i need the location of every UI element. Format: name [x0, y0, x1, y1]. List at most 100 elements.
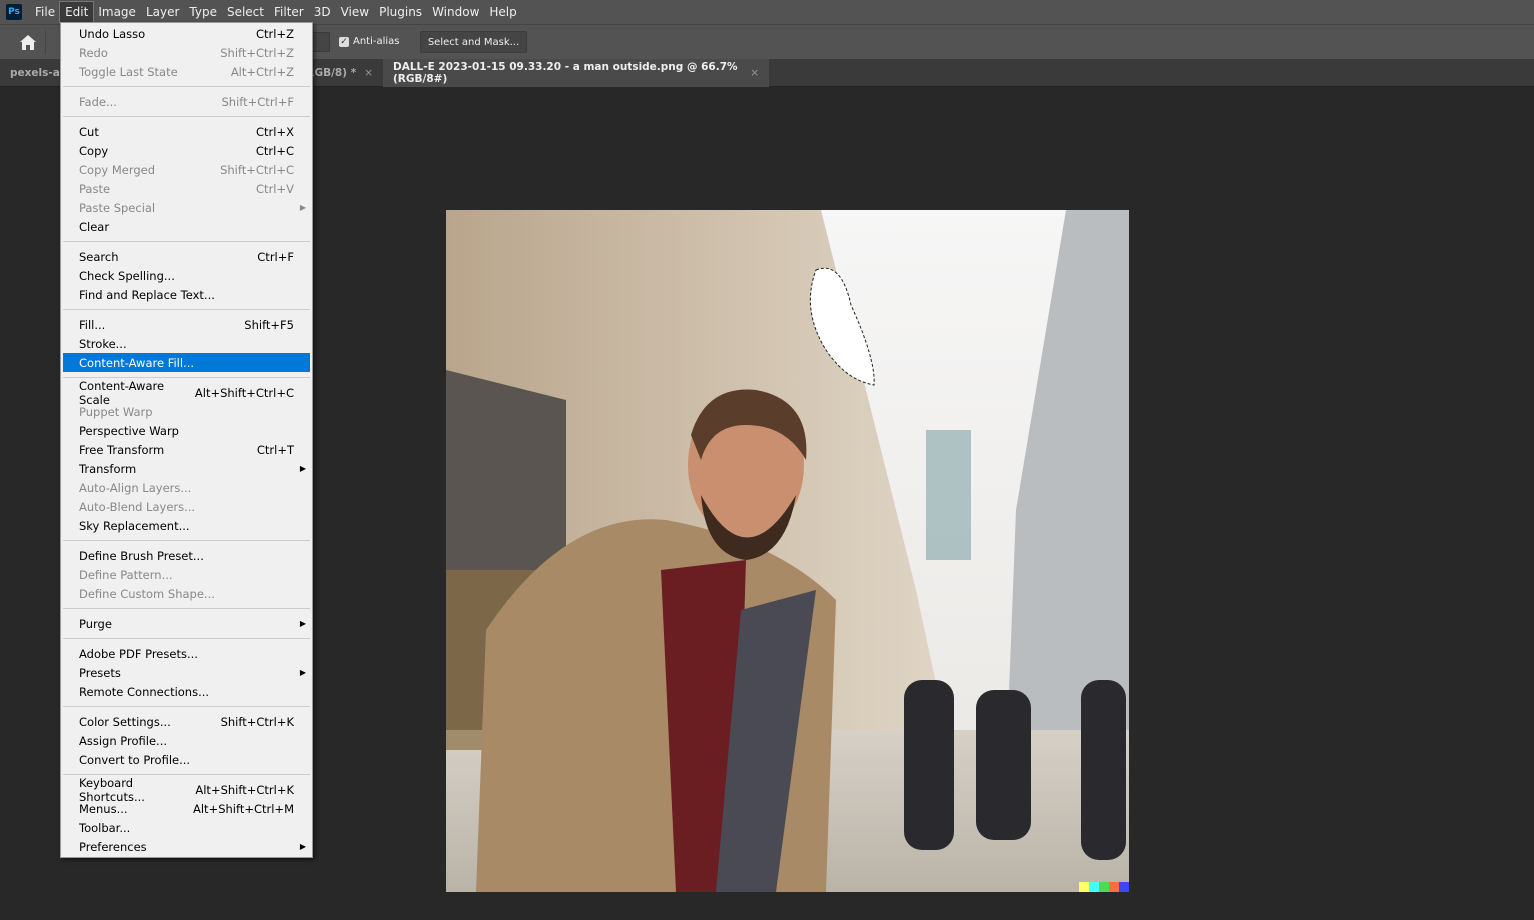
menu-item-clear[interactable]: Clear	[61, 217, 312, 236]
menu-view[interactable]: View	[336, 2, 374, 22]
menu-filter[interactable]: Filter	[269, 2, 309, 22]
menu-item-keyboard-shortcuts[interactable]: Keyboard Shortcuts... Alt+Shift+Ctrl+K	[61, 776, 312, 804]
menu-separator	[61, 111, 312, 122]
menu-bar: Ps File Edit Image Layer Type Select Filter 3D V…	[0, 0, 1534, 24]
menu-item-auto-align-layers: Auto-Align Layers...	[61, 478, 312, 497]
menu-item-shortcut: Ctrl+C	[255, 143, 294, 158]
menu-item-sky-replacement[interactable]: Sky Replacement...	[61, 516, 312, 535]
menu-item-label: Search	[79, 249, 119, 264]
menu-item-shortcut: Shift+F5	[244, 317, 294, 332]
submenu-arrow-icon: ▶	[299, 842, 306, 851]
submenu-arrow-icon: ▶	[299, 619, 306, 628]
menu-item-shortcut: Ctrl+T	[256, 442, 294, 457]
anti-alias-label: Anti-alias	[353, 36, 400, 47]
menu-item-color-settings[interactable]: Color Settings... Shift+Ctrl+K	[61, 712, 312, 731]
menu-layer[interactable]: Layer	[141, 2, 184, 22]
tab-label: DALL-E 2023-01-15 09.33.20 - a man outsi…	[393, 61, 738, 85]
menu-window[interactable]: Window	[427, 2, 484, 22]
edit-menu-dropdown: Undo Lasso Ctrl+Z Redo Shift+Ctrl+Z Toggle L…	[60, 22, 313, 858]
menu-item-label: Fade...	[79, 94, 117, 109]
menu-item-label: Stroke...	[79, 336, 127, 351]
menu-item-label: Content-Aware Fill...	[79, 355, 195, 370]
menu-separator	[61, 603, 312, 614]
menu-item-find-and-replace-text[interactable]: Find and Replace Text...	[61, 285, 312, 304]
submenu-arrow-icon: ▶	[299, 203, 306, 212]
menu-item-label: Cut	[79, 124, 99, 139]
menu-item-redo: Redo Shift+Ctrl+Z	[61, 43, 312, 62]
menu-item-shortcut: Ctrl+X	[256, 124, 294, 139]
menu-item-purge[interactable]: Purge ▶	[61, 614, 312, 633]
menu-separator	[61, 236, 312, 247]
menu-file[interactable]: File	[30, 2, 60, 22]
menu-item-shortcut: Shift+Ctrl+F	[221, 94, 295, 109]
menu-item-convert-to-profile[interactable]: Convert to Profile...	[61, 750, 312, 769]
menu-3d[interactable]: 3D	[309, 2, 336, 22]
menu-item-toolbar[interactable]: Toolbar...	[61, 818, 312, 837]
menu-item-label: Perspective Warp	[79, 423, 179, 438]
menu-item-shortcut: Alt+Shift+Ctrl+K	[195, 782, 294, 797]
document-canvas[interactable]	[446, 210, 1129, 892]
menu-item-free-transform[interactable]: Free Transform Ctrl+T	[61, 440, 312, 459]
menu-item-adobe-pdf-presets[interactable]: Adobe PDF Presets...	[61, 644, 312, 663]
menu-item-search[interactable]: Search Ctrl+F	[61, 247, 312, 266]
select-and-mask-button[interactable]: Select and Mask...	[420, 31, 527, 53]
menu-select[interactable]: Select	[222, 2, 269, 22]
close-icon[interactable]: ×	[364, 67, 373, 79]
menu-item-shortcut: Shift+Ctrl+C	[220, 162, 294, 177]
menu-item-shortcut: Alt+Ctrl+Z	[230, 64, 294, 79]
menu-item-label: Puppet Warp	[79, 404, 153, 419]
menu-item-define-brush-preset[interactable]: Define Brush Preset...	[61, 546, 312, 565]
menu-item-presets[interactable]: Presets ▶	[61, 663, 312, 682]
menu-item-label: Define Custom Shape...	[79, 586, 215, 601]
close-icon[interactable]: ×	[750, 67, 759, 79]
menu-edit[interactable]: Edit	[59, 1, 95, 23]
menu-item-label: Auto-Blend Layers...	[79, 499, 196, 514]
menu-help[interactable]: Help	[484, 2, 521, 22]
menu-item-assign-profile[interactable]: Assign Profile...	[61, 731, 312, 750]
tab-label: pexels-an	[10, 67, 68, 79]
menu-item-shortcut: Shift+Ctrl+K	[220, 714, 294, 729]
menu-item-label: Color Settings...	[79, 714, 171, 729]
menu-item-label: Preferences	[79, 839, 147, 854]
menu-item-label: Copy	[79, 143, 109, 158]
home-button[interactable]	[10, 30, 46, 54]
menu-item-auto-blend-layers: Auto-Blend Layers...	[61, 497, 312, 516]
menu-separator	[61, 535, 312, 546]
menu-type[interactable]: Type	[184, 2, 222, 22]
menu-item-perspective-warp[interactable]: Perspective Warp	[61, 421, 312, 440]
menu-item-label: Purge	[79, 616, 112, 631]
menu-item-shortcut: Ctrl+Z	[256, 26, 294, 41]
menu-item-undo-lasso[interactable]: Undo Lasso Ctrl+Z	[61, 24, 312, 43]
anti-alias-checkbox[interactable]: ✓ Anti-alias	[339, 36, 400, 47]
menu-item-menus[interactable]: Menus... Alt+Shift+Ctrl+M	[61, 799, 312, 818]
tab-dall-e[interactable]: DALL-E 2023-01-15 09.33.20 - a man outsi…	[383, 59, 769, 87]
menu-item-label: Check Spelling...	[79, 268, 175, 283]
feather-input[interactable]	[312, 32, 330, 52]
menu-item-remote-connections[interactable]: Remote Connections...	[61, 682, 312, 701]
menu-item-label: Toolbar...	[79, 820, 131, 835]
photoshop-logo[interactable]: Ps	[6, 4, 22, 20]
menu-item-cut[interactable]: Cut Ctrl+X	[61, 122, 312, 141]
menu-item-label: Define Pattern...	[79, 567, 173, 582]
menu-item-content-aware-scale[interactable]: Content-Aware Scale Alt+Shift+Ctrl+C	[61, 379, 312, 407]
menu-plugins[interactable]: Plugins	[374, 2, 427, 22]
menu-item-transform[interactable]: Transform ▶	[61, 459, 312, 478]
menu-item-check-spelling[interactable]: Check Spelling...	[61, 266, 312, 285]
menu-item-preferences[interactable]: Preferences ▶	[61, 837, 312, 856]
checkbox-checked-icon: ✓	[339, 36, 349, 47]
menu-item-fill[interactable]: Fill... Shift+F5	[61, 315, 312, 334]
menu-item-label: Sky Replacement...	[79, 518, 190, 533]
menu-item-fade: Fade... Shift+Ctrl+F	[61, 92, 312, 111]
menu-separator	[61, 701, 312, 712]
menu-item-label: Adobe PDF Presets...	[79, 646, 198, 661]
tab-label-suffix: RGB/8) *	[306, 67, 357, 79]
photo-man-outside	[446, 210, 1129, 892]
menu-item-stroke[interactable]: Stroke...	[61, 334, 312, 353]
menu-item-content-aware-fill[interactable]: Content-Aware Fill...	[63, 353, 310, 372]
menu-item-shortcut: Alt+Shift+Ctrl+C	[194, 385, 294, 400]
menu-item-copy[interactable]: Copy Ctrl+C	[61, 141, 312, 160]
menu-image[interactable]: Image	[93, 2, 141, 22]
menu-item-shortcut: Alt+Shift+Ctrl+M	[192, 801, 294, 816]
menu-item-shortcut: Shift+Ctrl+Z	[220, 45, 294, 60]
menu-item-label: Free Transform	[79, 442, 165, 457]
